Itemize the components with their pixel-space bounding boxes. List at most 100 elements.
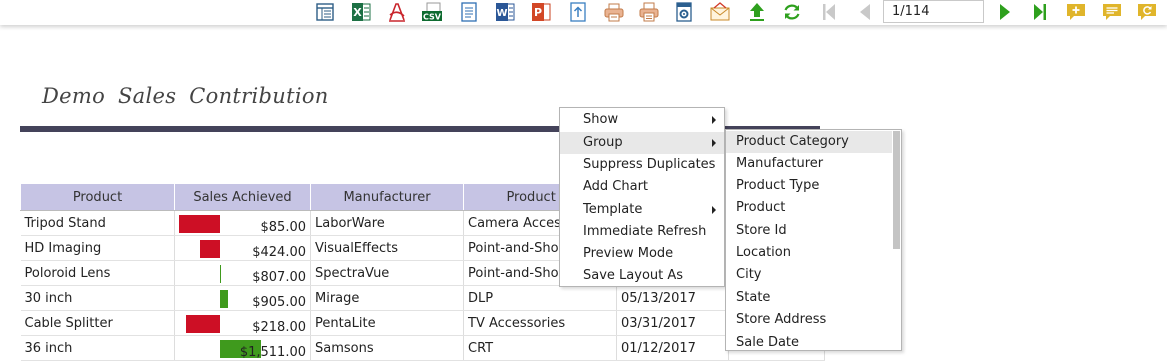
submenu-item-sale-date[interactable]: Sale Date (726, 332, 892, 350)
csv-label: CSV (423, 12, 442, 21)
print-icon[interactable] (603, 1, 625, 23)
svg-text:W: W (496, 8, 507, 19)
menu-item-label: Save Layout As (583, 268, 684, 283)
sales-amount: $85.00 (260, 220, 307, 235)
cell-date: 01/12/2017 (616, 335, 729, 361)
submenu-item-store-address[interactable]: Store Address (726, 309, 892, 331)
comment-refresh-icon[interactable] (1136, 1, 1158, 23)
menu-item-add-chart[interactable]: Add Chart (560, 176, 724, 198)
table-row: 36 inch $1,511.00 Samsons CRT 01/12/2017 (20, 335, 825, 361)
submenu-arrow-icon (712, 116, 716, 124)
next-page-icon[interactable] (994, 1, 1016, 23)
sales-amount: $905.00 (252, 295, 306, 310)
menu-item-label: Group (583, 135, 623, 150)
cell-product: Poloroid Lens (20, 260, 175, 286)
add-comment-icon[interactable] (1065, 1, 1087, 23)
sales-amount: $218.00 (252, 320, 306, 335)
pdf-icon[interactable] (386, 1, 408, 23)
table-view-icon[interactable] (314, 1, 336, 23)
menu-item-suppress-duplicates[interactable]: Suppress Duplicates (560, 154, 724, 176)
cell-product: Tripod Stand (20, 210, 175, 236)
word-icon[interactable]: W (494, 1, 516, 23)
cell-manufacturer: Samsons (310, 335, 464, 361)
cell-product: Cable Splitter (20, 310, 175, 336)
submenu-item-city[interactable]: City (726, 264, 892, 286)
cell-product-type: DLP (463, 285, 617, 311)
sales-bar (186, 315, 220, 333)
excel-icon[interactable]: X (350, 1, 372, 23)
menu-item-label: Suppress Duplicates (583, 157, 716, 172)
cell-manufacturer: VisualEffects (310, 235, 464, 261)
cell-sales: $218.00 (174, 310, 311, 336)
menu-item-show[interactable]: Show (560, 109, 724, 131)
text-icon[interactable] (458, 1, 480, 23)
cell-product: HD Imaging (20, 235, 175, 261)
first-page-icon[interactable] (818, 1, 840, 23)
svg-text:P: P (534, 6, 542, 19)
cell-sales: $424.00 (174, 235, 311, 261)
comments-icon[interactable] (1101, 1, 1123, 23)
cell-product-type: TV Accessories (463, 310, 617, 336)
menu-item-label: Template (583, 202, 643, 217)
previous-page-icon[interactable] (853, 1, 875, 23)
menu-item-label: Immediate Refresh (583, 224, 707, 239)
submenu-item-location[interactable]: Location (726, 242, 892, 264)
cell-sales: $905.00 (174, 285, 311, 311)
submenu-item-manufacturer[interactable]: Manufacturer (726, 153, 892, 175)
group-submenu: Product Category Manufacturer Product Ty… (725, 129, 902, 351)
print-setup-icon[interactable] (638, 1, 660, 23)
cell-product: 36 inch (20, 335, 175, 361)
cell-product-type: CRT (463, 335, 617, 361)
report-title: Demo Sales Contribution (42, 84, 329, 108)
csv-icon[interactable]: CSV (421, 1, 443, 23)
table-row: Cable Splitter $218.00 PentaLite TV Acce… (20, 310, 825, 336)
email-icon[interactable] (709, 1, 731, 23)
menu-item-label: Show (583, 112, 619, 127)
submenu-scrollbar[interactable] (893, 131, 900, 249)
context-menu: Show Group Suppress Duplicates Add Chart… (559, 107, 725, 287)
submenu-item-product-type[interactable]: Product Type (726, 175, 892, 197)
page-number-input[interactable] (883, 0, 984, 23)
menu-item-preview-mode[interactable]: Preview Mode (560, 243, 724, 265)
export-icon[interactable] (567, 1, 589, 23)
cell-sales: $807.00 (174, 260, 311, 286)
sales-bar (220, 265, 221, 283)
upload-icon[interactable] (746, 1, 768, 23)
submenu-item-product-category[interactable]: Product Category (726, 131, 892, 153)
table-row: 30 inch $905.00 Mirage DLP 05/13/2017 (20, 285, 825, 311)
menu-item-label: Preview Mode (583, 246, 674, 261)
cell-manufacturer: SpectraVue (310, 260, 464, 286)
submenu-item-product[interactable]: Product (726, 197, 892, 219)
column-header-sales-achieved[interactable]: Sales Achieved (174, 183, 311, 211)
submenu-arrow-icon (712, 139, 716, 147)
sales-amount: $807.00 (252, 270, 306, 285)
menu-item-immediate-refresh[interactable]: Immediate Refresh (560, 221, 724, 243)
submenu-item-state[interactable]: State (726, 287, 892, 309)
menu-item-save-layout-as[interactable]: Save Layout As (560, 265, 724, 287)
refresh-icon[interactable] (781, 1, 803, 23)
cell-sales: $1,511.00 (174, 335, 311, 361)
submenu-arrow-icon (712, 206, 716, 214)
cell-sales: $85.00 (174, 210, 311, 236)
svg-text:X: X (353, 6, 362, 19)
last-page-icon[interactable] (1029, 1, 1051, 23)
sales-bar (179, 215, 220, 233)
column-header-product[interactable]: Product (20, 183, 175, 211)
powerpoint-icon[interactable]: P (530, 1, 552, 23)
menu-item-label: Add Chart (583, 179, 649, 194)
toolbar: X CSV W P (0, 0, 1167, 25)
settings-icon[interactable] (673, 1, 695, 23)
sales-amount: $424.00 (252, 245, 306, 260)
column-header-manufacturer[interactable]: Manufacturer (310, 183, 464, 211)
cell-manufacturer: Mirage (310, 285, 464, 311)
sales-bar (220, 290, 228, 308)
cell-date: 05/13/2017 (616, 285, 729, 311)
cell-manufacturer: PentaLite (310, 310, 464, 336)
cell-manufacturer: LaborWare (310, 210, 464, 236)
sales-bar (200, 240, 220, 258)
menu-item-group[interactable]: Group (560, 132, 724, 154)
submenu-item-store-id[interactable]: Store Id (726, 220, 892, 242)
cell-date: 03/31/2017 (616, 310, 729, 336)
menu-item-template[interactable]: Template (560, 199, 724, 221)
cell-product: 30 inch (20, 285, 175, 311)
